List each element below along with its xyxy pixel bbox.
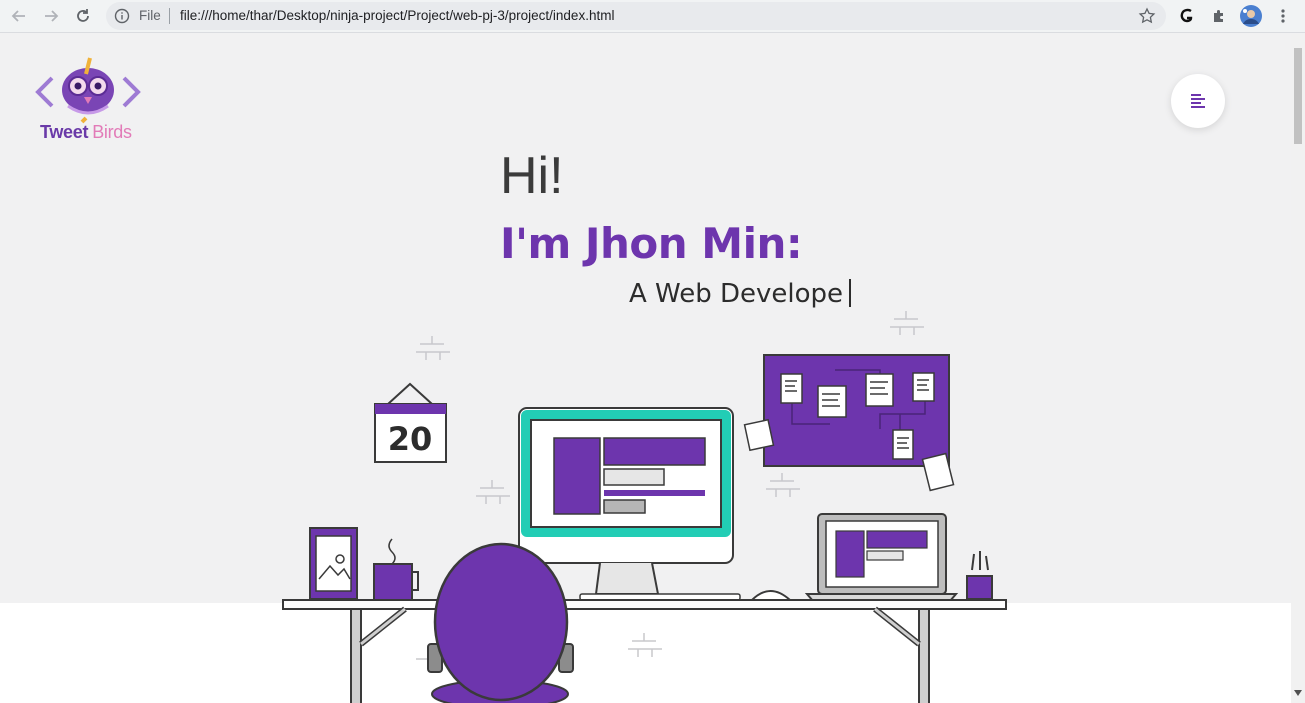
computer-mouse (749, 590, 793, 601)
office-chair (427, 542, 574, 703)
info-icon[interactable] (114, 8, 130, 24)
address-bar[interactable]: File file:///home/thar/Desktop/ninja-pro… (106, 2, 1166, 30)
extension-g-icon (1180, 8, 1193, 23)
laptop (804, 513, 959, 602)
star-icon[interactable] (1138, 7, 1156, 25)
more-menu-icon (1281, 9, 1285, 23)
omnibox-separator (169, 8, 170, 24)
url-text[interactable]: file:///home/thar/Desktop/ninja-project/… (180, 8, 614, 23)
extension-g-button[interactable] (1175, 4, 1199, 28)
photo-frame (309, 527, 358, 600)
reload-icon (77, 9, 89, 22)
coffee-mug (373, 538, 419, 601)
calendar-day: 20 (388, 420, 433, 458)
scrollbar-thumb[interactable] (1294, 48, 1302, 144)
web-page: Tweet Birds Hi! I'm Jhon Min: A Web Devel… (0, 34, 1291, 703)
browser-toolbar: File file:///home/thar/Desktop/ninja-pro… (0, 0, 1305, 33)
forward-button[interactable] (38, 3, 64, 29)
page-scrollbar[interactable] (1291, 34, 1305, 703)
profile-avatar (1240, 5, 1262, 27)
back-button[interactable] (6, 3, 32, 29)
browser-menu-button[interactable] (1271, 4, 1295, 28)
desk (282, 599, 1007, 703)
scroll-down-arrow-icon[interactable] (1294, 690, 1302, 696)
puzzle-extension-icon (1214, 10, 1223, 22)
reload-button[interactable] (70, 3, 96, 29)
profile-button[interactable] (1239, 4, 1263, 28)
workspace-illustration: 20 (282, 311, 1007, 703)
bulletin-board (743, 354, 955, 492)
back-arrow-icon (11, 10, 25, 22)
forward-arrow-icon (45, 10, 59, 22)
scheme-label: File (139, 8, 161, 23)
extensions-button[interactable] (1207, 4, 1231, 28)
pen-cup (966, 551, 993, 600)
